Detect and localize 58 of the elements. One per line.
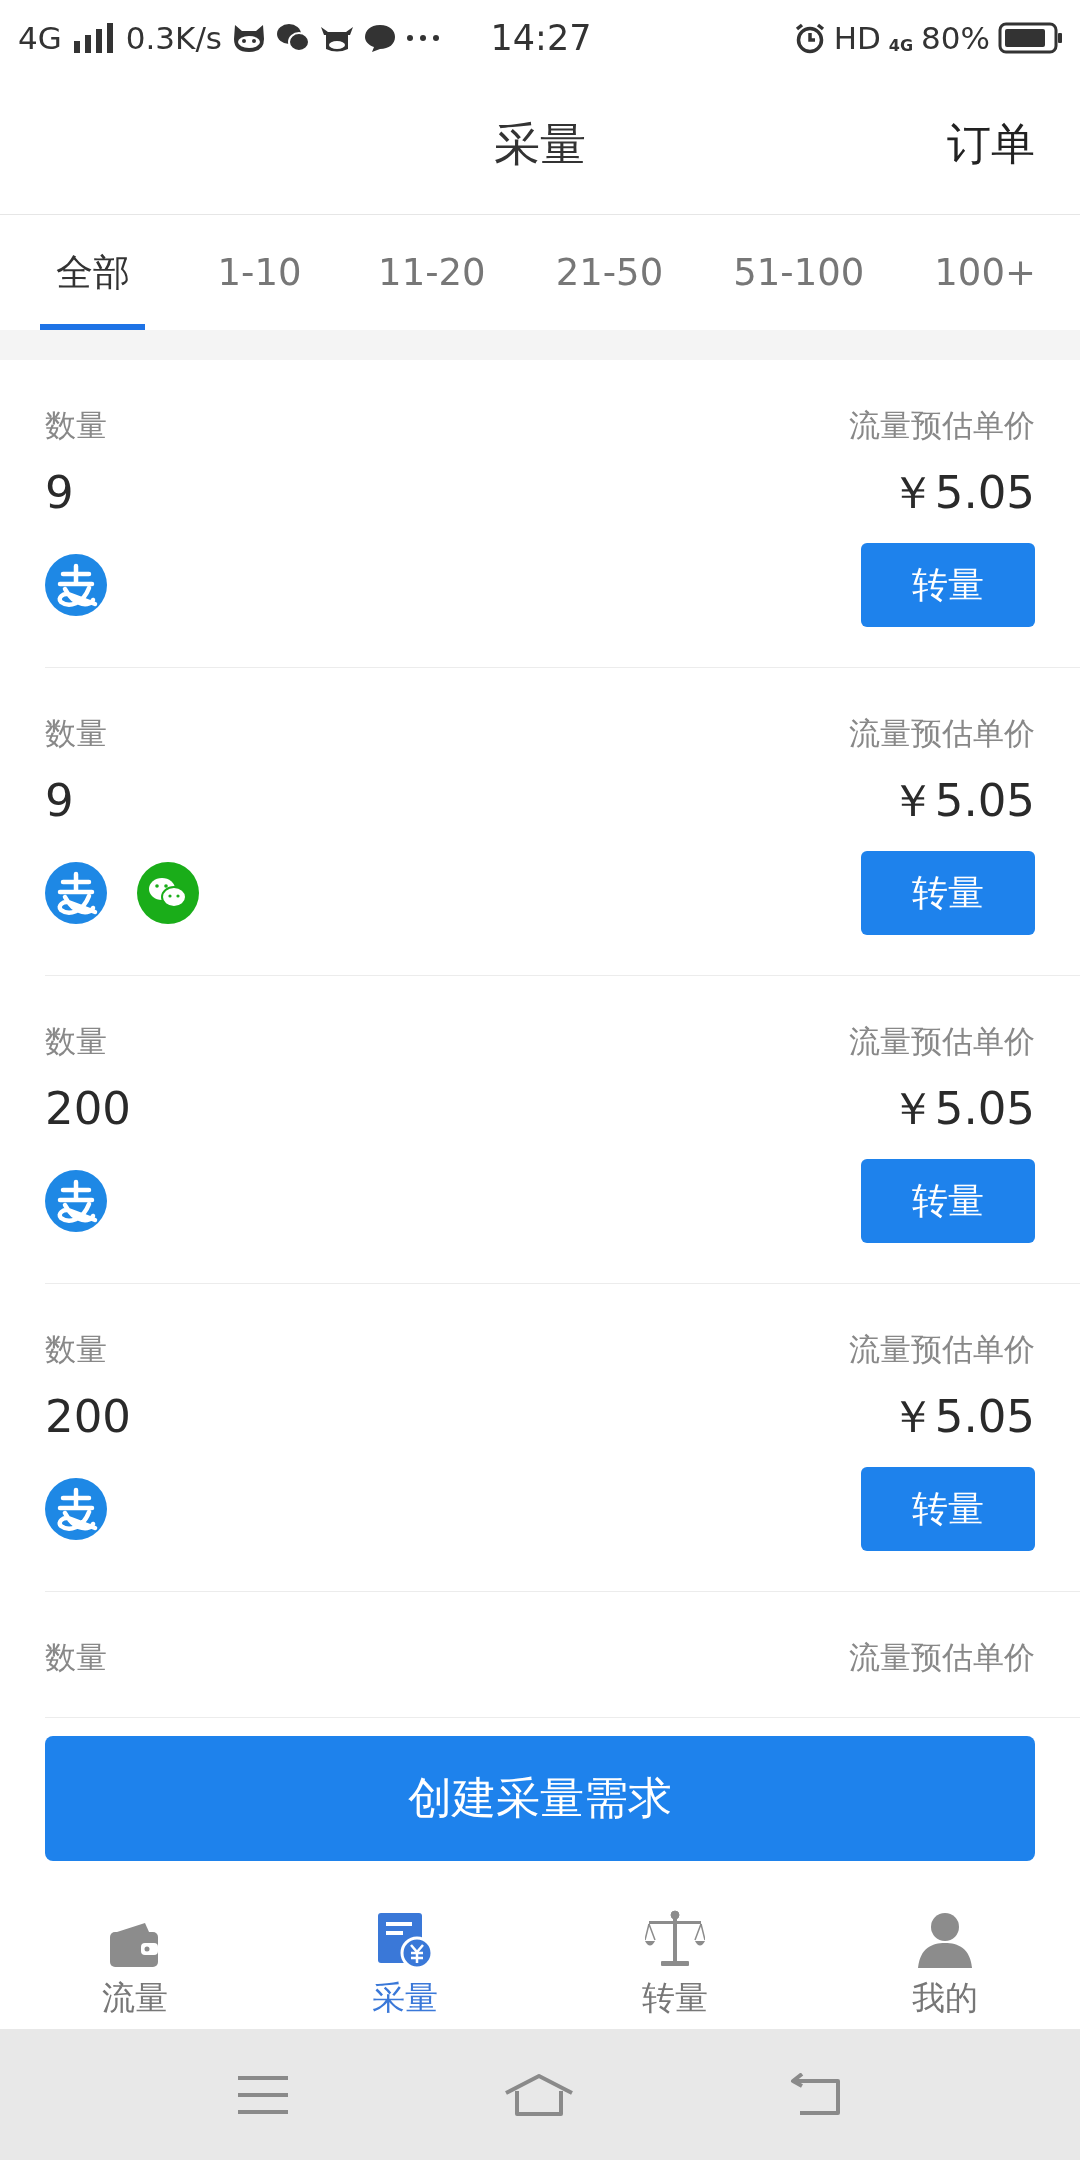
quantity-value: 9 (45, 773, 74, 829)
network-speed: 0.3K/s (125, 19, 222, 56)
orders-link[interactable]: 订单 (935, 115, 1035, 174)
price-label: 流量预估单价 (849, 1638, 1035, 1677)
quantity-label: 数量 (45, 714, 107, 753)
price-label: 流量预估单价 (849, 714, 1035, 753)
home-icon[interactable] (503, 2072, 575, 2117)
price-value: ￥5.05 (889, 465, 1035, 521)
chat-bubbles-icon (276, 22, 310, 53)
wechat-icon (137, 862, 199, 924)
alarm-clock-icon (793, 21, 826, 54)
nav-tab[interactable]: 我的 (810, 1879, 1080, 2029)
price-label: 流量预估单价 (849, 406, 1035, 445)
quantity-label: 数量 (45, 1022, 107, 1061)
clock-time: 14:27 (490, 17, 592, 58)
transfer-button[interactable]: 转量 (861, 851, 1035, 935)
nav-tab[interactable]: 流量 (0, 1879, 270, 2029)
network-type: 4G (18, 19, 62, 56)
filter-tab[interactable]: 1-10 (207, 215, 313, 330)
nav-tab[interactable]: 采量 (270, 1879, 540, 2029)
hd-label: HD (833, 19, 881, 56)
price-label: 流量预估单价 (849, 1022, 1035, 1061)
filter-tab[interactable]: 21-50 (551, 215, 668, 330)
quantity-value: 200 (45, 1389, 131, 1445)
cat-face-icon (232, 22, 266, 53)
signal-icon (71, 22, 116, 53)
battery-icon (998, 21, 1064, 54)
transfer-button[interactable]: 转量 (861, 1467, 1035, 1551)
scale-icon (645, 1910, 705, 1968)
price-value: ￥5.05 (889, 1389, 1035, 1445)
price-value: ￥5.05 (889, 1081, 1035, 1137)
alipay-icon (45, 862, 107, 924)
alipay-icon (45, 1478, 107, 1540)
receipt-yuan-icon (377, 1912, 433, 1968)
chat-bubble-icon (364, 22, 396, 53)
quantity-label: 数量 (45, 1638, 107, 1677)
filter-tab[interactable]: 11-20 (374, 215, 490, 330)
quantity-label: 数量 (45, 1330, 107, 1369)
filter-tab[interactable]: 51-100 (729, 215, 869, 330)
quantity-value: 200 (45, 1081, 131, 1137)
alipay-icon (45, 554, 107, 616)
transfer-button[interactable]: 转量 (861, 543, 1035, 627)
quantity-value: 9 (45, 465, 74, 521)
filter-tab[interactable]: 100+ (930, 215, 1040, 330)
page-title: 采量 (494, 115, 586, 173)
quantity-label: 数量 (45, 406, 107, 445)
price-value: ￥5.05 (889, 773, 1035, 829)
menu-icon[interactable] (236, 2074, 291, 2115)
price-label: 流量预估单价 (849, 1330, 1035, 1369)
wallet-icon (109, 1922, 161, 1968)
person-icon (917, 1912, 973, 1968)
nav-tab[interactable]: 转量 (540, 1879, 810, 2029)
transfer-button[interactable]: 转量 (861, 1159, 1035, 1243)
more-icon (406, 33, 440, 42)
alipay-icon (45, 1170, 107, 1232)
create-request-button[interactable]: 创建采量需求 (45, 1736, 1035, 1861)
battery-percent: 80% (921, 19, 990, 56)
network-type: 4G (888, 35, 914, 55)
